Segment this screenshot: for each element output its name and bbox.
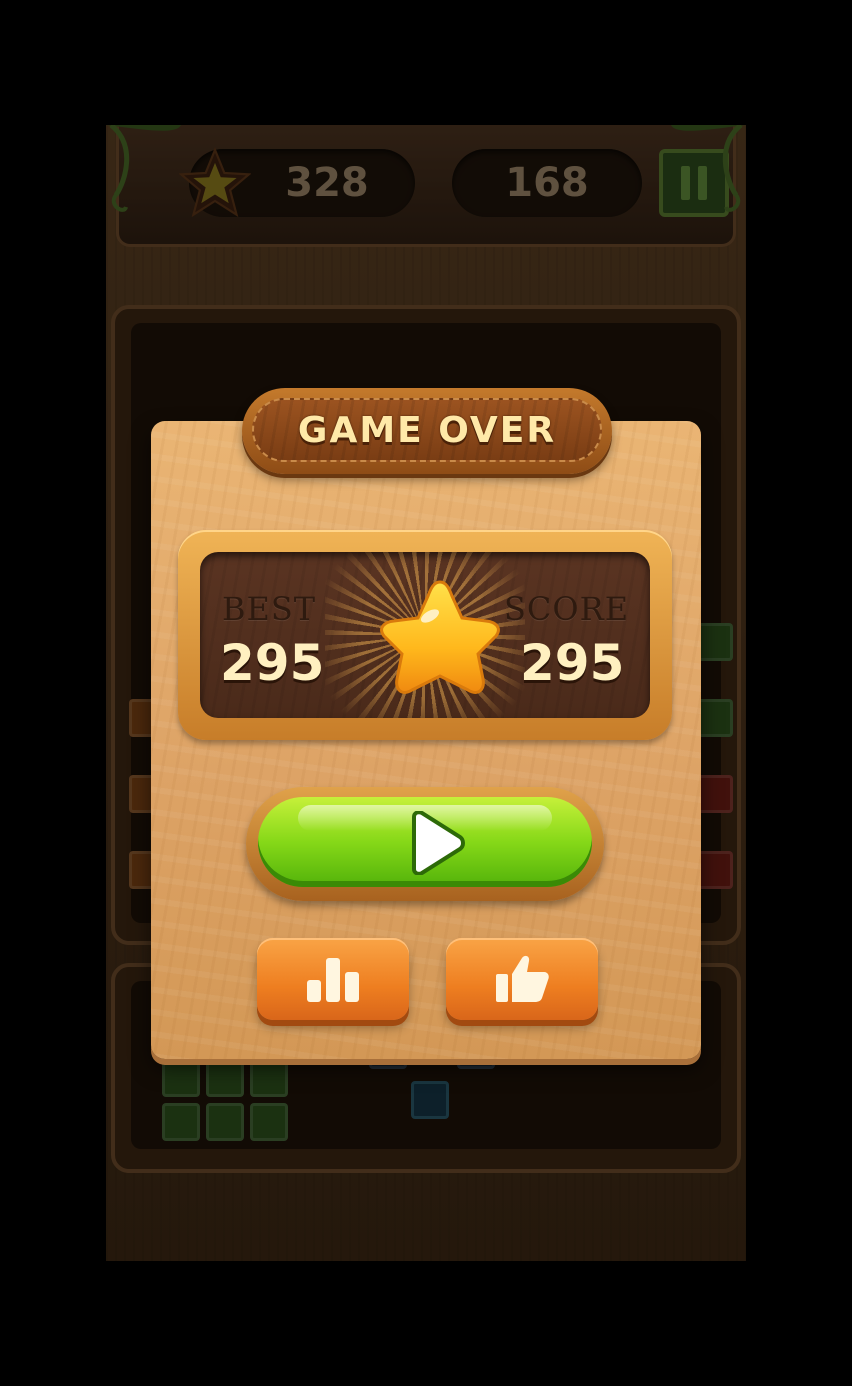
play-again-button[interactable] (246, 787, 604, 901)
dialog-title: GAME OVER (297, 409, 557, 451)
best-value: 295 (220, 634, 325, 692)
gold-star-icon (380, 580, 500, 694)
score-value: 295 (520, 634, 625, 692)
thumbs-up-icon (496, 955, 549, 1002)
score-panel: BEST 295 SCORE 295 (200, 552, 650, 718)
leaderboard-icon (307, 958, 359, 1002)
rate-button[interactable] (446, 938, 598, 1020)
score-label: SCORE (504, 590, 630, 628)
play-icon (412, 811, 465, 875)
title-banner: GAME OVER (242, 388, 612, 474)
leaderboard-button[interactable] (257, 938, 409, 1020)
score-panel-frame: BEST 295 SCORE 295 (178, 530, 672, 740)
best-label: BEST (222, 590, 317, 628)
game-over-dialog (151, 421, 701, 1059)
